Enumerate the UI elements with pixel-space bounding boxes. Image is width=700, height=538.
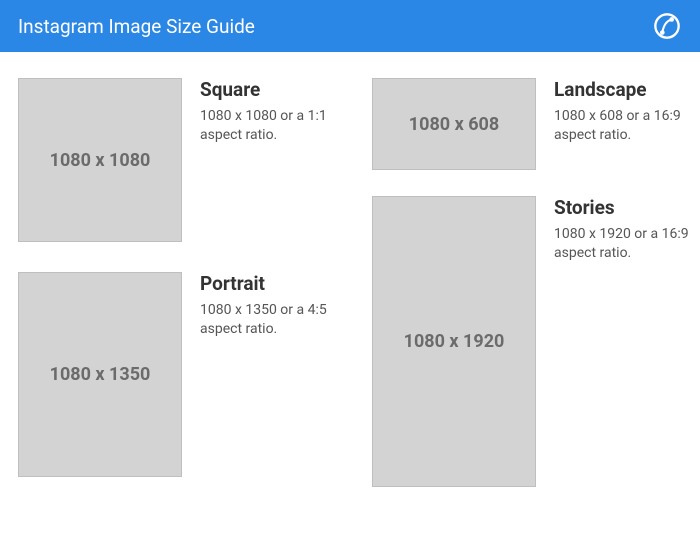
spec-square: 1080 x 1080 Square 1080 x 1080 or a 1:1 …	[18, 78, 340, 242]
spec-stories-box: 1080 x 1920	[372, 196, 536, 487]
spec-portrait-title: Portrait	[200, 272, 340, 295]
spec-stories-title: Stories	[554, 196, 694, 219]
spec-portrait-desc: 1080 x 1350 or a 4:5 aspect ratio.	[200, 301, 340, 339]
brand-logo-icon	[652, 11, 682, 41]
spec-portrait: 1080 x 1350 Portrait 1080 x 1350 or a 4:…	[18, 272, 340, 477]
spec-square-text: Square 1080 x 1080 or a 1:1 aspect ratio…	[200, 78, 340, 145]
spec-portrait-dimensions: 1080 x 1350	[50, 364, 151, 385]
spec-stories-dimensions: 1080 x 1920	[404, 331, 505, 352]
spec-portrait-text: Portrait 1080 x 1350 or a 4:5 aspect rat…	[200, 272, 340, 339]
spec-stories-desc: 1080 x 1920 or a 16:9 aspect ratio.	[554, 225, 694, 263]
spec-landscape-box: 1080 x 608	[372, 78, 536, 170]
spec-landscape-dimensions: 1080 x 608	[409, 114, 499, 135]
spec-landscape-desc: 1080 x 608 or a 16:9 aspect ratio.	[554, 107, 694, 145]
page-header: Instagram Image Size Guide	[0, 0, 700, 52]
spec-landscape: 1080 x 608 Landscape 1080 x 608 or a 16:…	[372, 78, 694, 170]
spec-square-box: 1080 x 1080	[18, 78, 182, 242]
spec-square-dimensions: 1080 x 1080	[50, 150, 151, 171]
spec-landscape-text: Landscape 1080 x 608 or a 16:9 aspect ra…	[554, 78, 694, 145]
spec-stories-text: Stories 1080 x 1920 or a 16:9 aspect rat…	[554, 196, 694, 263]
spec-square-desc: 1080 x 1080 or a 1:1 aspect ratio.	[200, 107, 340, 145]
spec-portrait-box: 1080 x 1350	[18, 272, 182, 477]
page-title: Instagram Image Size Guide	[18, 15, 255, 38]
spec-square-title: Square	[200, 78, 340, 101]
spec-landscape-title: Landscape	[554, 78, 694, 101]
spec-stories: 1080 x 1920 Stories 1080 x 1920 or a 16:…	[372, 196, 694, 487]
